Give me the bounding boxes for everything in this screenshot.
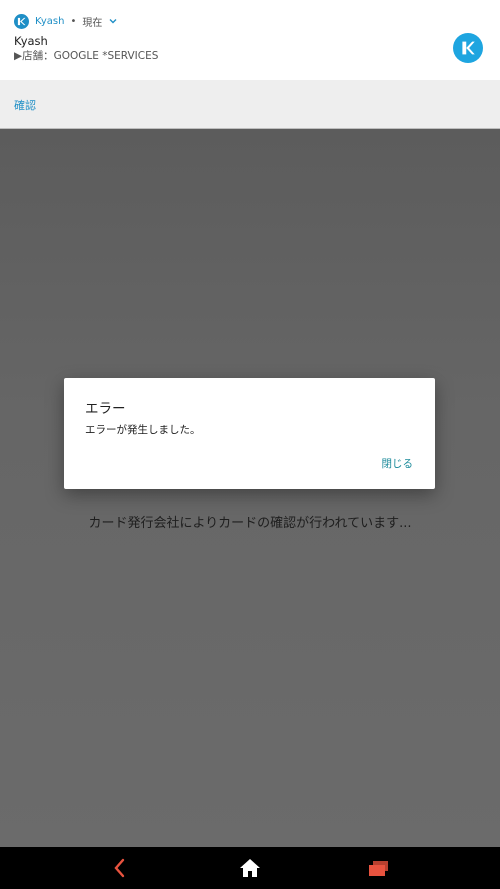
navigation-bar <box>0 847 500 889</box>
kyash-logo-icon <box>14 13 29 29</box>
kyash-large-icon <box>453 33 483 63</box>
notification-time: 現在 <box>82 17 103 29</box>
notification-title: Kyash <box>14 34 48 48</box>
confirm-action-button[interactable]: 確認 <box>14 97 36 113</box>
home-icon[interactable] <box>238 857 262 879</box>
notification-header: Kyash • 現在 <box>14 12 118 30</box>
notification-actions: 確認 <box>0 80 500 129</box>
error-dialog: エラー エラーが発生しました。 閉じる <box>64 378 435 489</box>
card-verification-status: カード発行会社によりカードの確認が行われています... <box>88 516 412 531</box>
notification-card[interactable]: Kyash • 現在 Kyash ▶店舗：GOOGLE *SERVICES <box>0 0 500 80</box>
chevron-down-icon[interactable] <box>108 16 118 26</box>
notification-text: ▶店舗：GOOGLE *SERVICES <box>14 50 159 62</box>
recent-apps-icon[interactable] <box>367 857 391 879</box>
dialog-title: エラー <box>85 401 126 417</box>
back-arrow-icon[interactable] <box>108 857 132 879</box>
dialog-close-button[interactable]: 閉じる <box>382 456 414 471</box>
header-separator: • <box>70 15 77 27</box>
dialog-message: エラーが発生しました。 <box>85 424 201 436</box>
notification-app-name: Kyash <box>35 15 65 27</box>
